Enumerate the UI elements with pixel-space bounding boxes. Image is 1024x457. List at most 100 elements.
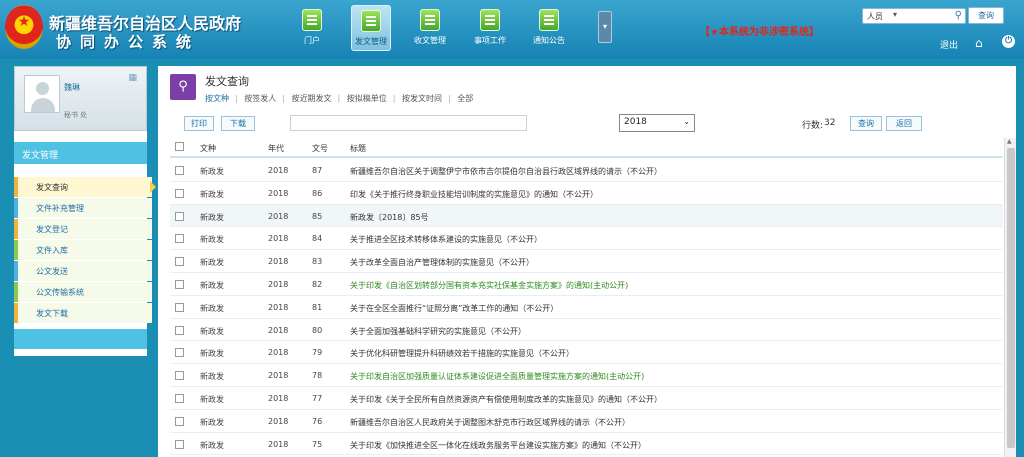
row-checkbox[interactable] — [175, 234, 184, 244]
query-button[interactable]: 查询 — [850, 116, 882, 131]
nav-outgoing-docs[interactable]: 发文管理 — [351, 5, 391, 51]
table-row[interactable]: 新政发 2018 87 新疆维吾尔自治区关于调整伊宁市依市吉尔提伯尔自治县行政区域界线… — [170, 159, 1003, 182]
column-header-type[interactable]: 文种 — [200, 143, 216, 154]
work-items-icon — [480, 9, 500, 31]
row-checkbox[interactable] — [175, 302, 184, 312]
filter-by-type[interactable]: 按文种 — [205, 94, 229, 103]
sidebar-item-doc-send[interactable]: 公文发送 — [14, 261, 152, 281]
row-title-link[interactable]: 关于全面加强基础科学研究的实施意见（不公开） — [350, 326, 526, 337]
header-search[interactable]: 人员 ▾ ⚲ — [862, 8, 966, 24]
column-header-year[interactable]: 年代 — [268, 143, 284, 154]
row-year: 2018 — [268, 234, 289, 244]
row-checkbox[interactable] — [175, 188, 184, 198]
row-title-link[interactable]: 关于印发《关于全民所有自然资源资产有偿使用制度改革的实施意见》的通知（不公开） — [350, 394, 662, 405]
reset-button[interactable]: 返回 — [886, 116, 922, 131]
user-name: 魏琳 — [64, 83, 80, 92]
row-checkbox[interactable] — [175, 166, 184, 175]
rows-input[interactable]: 32 — [824, 118, 835, 128]
row-title-link[interactable]: 关于印发《自治区划转部分国有资本充实社保基金实施方案》的通知(主动公开) — [350, 280, 628, 291]
scroll-thumb[interactable] — [1007, 148, 1015, 448]
row-title-link[interactable]: 新疆维吾尔自治区关于调整伊宁市依市吉尔提伯尔自治县行政区域界线的请示（不公开） — [350, 166, 662, 177]
sidebar-item-doc-supplement[interactable]: 文件补充管理 — [14, 198, 152, 218]
search-type-select[interactable]: 人员 — [867, 11, 883, 22]
power-icon[interactable]: ⏻ — [1002, 35, 1015, 48]
search-icon[interactable]: ⚲ — [955, 10, 962, 21]
row-checkbox[interactable] — [175, 439, 184, 449]
nav-more-button[interactable]: ▾ — [598, 11, 612, 43]
row-checkbox[interactable] — [175, 211, 184, 221]
row-type: 新政发 — [200, 212, 224, 222]
filter-by-date[interactable]: 按发文时间 — [402, 94, 442, 103]
download-button[interactable]: 下载 — [221, 116, 255, 131]
row-year: 2018 — [268, 393, 289, 403]
table-row[interactable]: 新政发 2018 85 新政发〔2018〕85号 — [170, 204, 1003, 228]
column-header-number[interactable]: 文号 — [312, 143, 328, 154]
row-year: 2018 — [268, 416, 289, 426]
row-title-link[interactable]: 新疆维吾尔自治区人民政府关于调整图木舒克市行政区域界线的请示（不公开） — [350, 417, 630, 428]
table-row[interactable]: 新政发 2018 76 新疆维吾尔自治区人民政府关于调整图木舒克市行政区域界线的请示（… — [170, 410, 1003, 433]
row-title-link[interactable]: 关于印发《加快推进全区一体化在线政务服务平台建设实施方案》的通知（不公开） — [350, 440, 646, 451]
row-checkbox[interactable] — [175, 393, 184, 403]
row-title-link[interactable]: 新政发〔2018〕85号 — [350, 212, 429, 223]
row-title-link[interactable]: 印发《关于推行终身职业技能培训制度的实施意见》的通知（不公开） — [350, 189, 598, 200]
row-year: 2018 — [268, 439, 289, 449]
row-checkbox[interactable] — [175, 416, 184, 426]
row-year: 2018 — [268, 371, 289, 381]
sidebar-item-doc-query[interactable]: 发文查询 — [14, 177, 156, 197]
scroll-up-icon[interactable]: ▲ — [1007, 138, 1012, 145]
row-year: 2018 — [268, 166, 289, 175]
header-bar: 新疆维吾尔自治区人民政府 协同办公系统 门户 发文管理 收文管理 事项工作 通知… — [0, 0, 1024, 59]
row-title-link[interactable]: 关于推进全区技术转移体系建设的实施意见（不公开） — [350, 234, 542, 245]
sidebar-footer — [14, 329, 147, 349]
keyword-input[interactable] — [290, 115, 527, 131]
scrollbar[interactable]: ▲ — [1004, 138, 1016, 457]
national-emblem-icon — [5, 5, 43, 49]
row-checkbox[interactable] — [175, 279, 184, 289]
nav-portal[interactable]: 门户 — [292, 5, 332, 51]
row-title-link[interactable]: 关于在全区全面推行“证照分离”改革工作的通知（不公开） — [350, 303, 558, 314]
table-row[interactable]: 新政发 2018 77 关于印发《关于全民所有自然资源资产有偿使用制度改革的实施意见》… — [170, 387, 1003, 410]
sidebar-item-doc-download[interactable]: 发文下载 — [14, 303, 152, 323]
row-year: 2018 — [268, 302, 289, 312]
sidebar-item-doc-transfer[interactable]: 公文传输系统 — [14, 282, 152, 302]
sidebar-item-doc-archive[interactable]: 文件入库 — [14, 240, 152, 260]
filter-all[interactable]: 全部 — [457, 94, 473, 103]
row-type: 新政发 — [200, 280, 224, 290]
filter-by-signer[interactable]: 按签发人 — [244, 94, 276, 103]
select-all-checkbox[interactable] — [175, 142, 184, 151]
row-title-link[interactable]: 关于优化科研管理提升科研绩效若干措施的实施意见（不公开） — [350, 348, 574, 359]
row-checkbox[interactable] — [175, 257, 184, 267]
row-checkbox[interactable] — [175, 325, 184, 335]
table-row[interactable]: 新政发 2018 79 关于优化科研管理提升科研绩效若干措施的实施意见（不公开） — [170, 341, 1003, 365]
header-query-button[interactable]: 查询 — [968, 7, 1004, 24]
user-settings-icon[interactable]: ▦ — [128, 73, 137, 83]
print-button[interactable]: 打印 — [184, 116, 214, 131]
row-year: 2018 — [268, 325, 289, 335]
year-select[interactable]: 2018 ⌄ — [619, 114, 695, 132]
logout-link[interactable]: 退出 — [940, 38, 958, 51]
nav-announcements[interactable]: 通知公告 — [529, 5, 569, 51]
table-row[interactable]: 新政发 2018 84 关于推进全区技术转移体系建设的实施意见（不公开） — [170, 227, 1003, 251]
table-row[interactable]: 新政发 2018 86 印发《关于推行终身职业技能培训制度的实施意见》的通知（不公开） — [170, 182, 1003, 205]
announcements-icon — [539, 9, 559, 31]
sidebar-item-doc-register[interactable]: 发文登记 — [14, 219, 152, 239]
home-icon[interactable]: ⌂ — [975, 36, 983, 50]
row-title-link[interactable]: 关于印发自治区加强质量认证体系建设促进全面质量管理实施方案的通知(主动公开) — [350, 371, 644, 382]
table-row[interactable]: 新政发 2018 75 关于印发《加快推进全区一体化在线政务服务平台建设实施方案》的通… — [170, 433, 1003, 456]
filter-by-recent[interactable]: 按近期发文 — [292, 94, 332, 103]
row-title-link[interactable]: 关于改革全面自治产管理体制的实施意见（不公开） — [350, 257, 534, 268]
table-row[interactable]: 新政发 2018 83 关于改革全面自治产管理体制的实施意见（不公开） — [170, 250, 1003, 273]
table-row[interactable]: 新政发 2018 78 关于印发自治区加强质量认证体系建设促进全面质量管理实施方案的通… — [170, 364, 1003, 387]
column-header-title[interactable]: 标题 — [350, 143, 366, 154]
row-checkbox[interactable] — [175, 371, 184, 381]
table-row[interactable]: 新政发 2018 80 关于全面加强基础科学研究的实施意见（不公开） — [170, 319, 1003, 342]
table-row[interactable]: 新政发 2018 81 关于在全区全面推行“证照分离”改革工作的通知（不公开） — [170, 296, 1003, 319]
caret-down-icon: ▾ — [893, 10, 898, 19]
filter-by-drafter[interactable]: 按拟稿单位 — [347, 94, 387, 103]
row-checkbox[interactable] — [175, 348, 184, 358]
row-type: 新政发 — [200, 258, 224, 268]
nav-work-items[interactable]: 事项工作 — [470, 5, 510, 51]
sidebar-section-title[interactable]: 发文管理 — [14, 142, 147, 164]
table-row[interactable]: 新政发 2018 82 关于印发《自治区划转部分国有资本充实社保基金实施方案》的通知(… — [170, 273, 1003, 296]
nav-incoming-docs[interactable]: 收文管理 — [410, 5, 450, 51]
